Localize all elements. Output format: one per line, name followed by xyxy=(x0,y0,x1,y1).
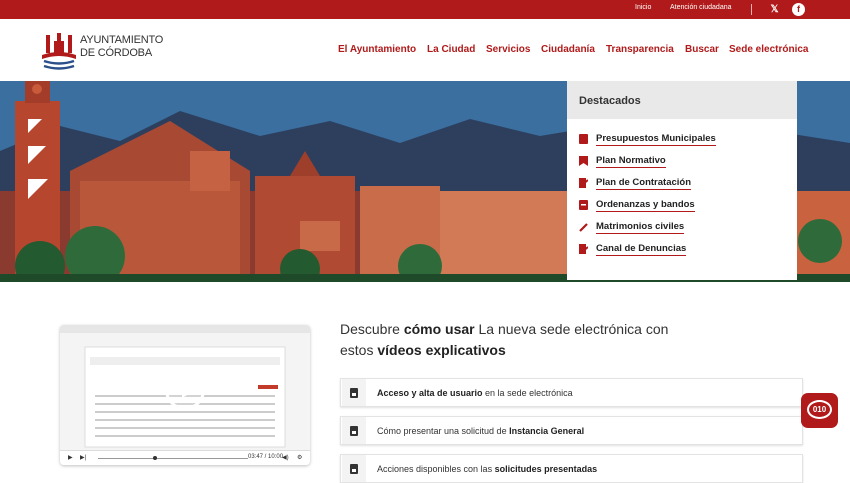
chat-bubble-icon: 010 xyxy=(807,400,832,419)
document-icon xyxy=(579,134,588,144)
intro-heading: Descubre cómo usar La nueva sede electró… xyxy=(340,319,700,361)
signature-icon xyxy=(579,178,588,188)
video-time: 03:47 / 10:00 xyxy=(248,454,284,460)
destacado-ordenanzas[interactable]: Ordenanzas y bandos xyxy=(579,197,695,213)
destacado-matrimonios[interactable]: Matrimonios civiles xyxy=(579,219,685,235)
top-bar: Inicio Atención ciudadana 𝕏 f xyxy=(0,0,850,19)
document-icon xyxy=(342,379,366,406)
nav-transparencia[interactable]: Transparencia xyxy=(606,44,674,55)
card-text: Acciones disponibles con las solicitudes… xyxy=(377,463,598,474)
archive-icon xyxy=(579,200,588,210)
video-card-acciones[interactable]: Acciones disponibles con las solicitudes… xyxy=(340,454,803,483)
destacado-label: Plan de Contratación xyxy=(596,176,692,190)
progress-bar[interactable] xyxy=(98,458,248,459)
nav-la-ciudad[interactable]: La Ciudad xyxy=(427,44,475,55)
chat-010-button[interactable]: 010 xyxy=(801,393,838,428)
atencion-ciudadana-link[interactable]: Atención ciudadana xyxy=(670,4,732,11)
destacado-presupuestos[interactable]: Presupuestos Municipales xyxy=(579,131,716,147)
nav-servicios[interactable]: Servicios xyxy=(486,44,530,55)
facebook-icon[interactable]: f xyxy=(792,3,805,16)
video-card-acceso[interactable]: Acceso y alta de usuario en la sede elec… xyxy=(340,378,803,407)
destacado-canal-denuncias[interactable]: Canal de Denuncias xyxy=(579,241,687,257)
destacado-plan-contratacion[interactable]: Plan de Contratación xyxy=(579,175,692,191)
intro-bold-1: cómo usar xyxy=(403,321,475,337)
volume-icon[interactable]: ◀) xyxy=(282,454,289,461)
destacado-plan-normativo[interactable]: Plan Normativo xyxy=(579,153,666,169)
logo-line-2: DE CÓRDOBA xyxy=(80,47,152,59)
cordoba-logo-icon[interactable] xyxy=(38,29,80,71)
inicio-link[interactable]: Inicio xyxy=(635,4,651,11)
bookmark-icon xyxy=(579,156,588,166)
card-text: Cómo presentar una solicitud de Instanci… xyxy=(377,425,585,436)
destacado-label: Presupuestos Municipales xyxy=(596,132,716,146)
document-icon xyxy=(342,417,366,444)
settings-icon[interactable]: ⚙ xyxy=(297,454,302,461)
destacado-label: Ordenanzas y bandos xyxy=(596,198,695,212)
video-card-instancia[interactable]: Cómo presentar una solicitud de Instanci… xyxy=(340,416,803,445)
destacados-panel: Destacados Presupuestos Municipales Plan… xyxy=(567,81,797,280)
nav-el-ayuntamiento[interactable]: El Ayuntamiento xyxy=(338,44,416,55)
video-controls: ▶ ▶| 03:47 / 10:00 ◀) ⚙ xyxy=(60,450,310,465)
logo-line-1: AYUNTAMIENTO xyxy=(80,34,164,46)
destacados-title: Destacados xyxy=(567,81,797,119)
destacado-label: Matrimonios civiles xyxy=(596,220,685,234)
divider xyxy=(751,4,752,15)
pen-icon xyxy=(579,223,588,232)
destacado-label: Plan Normativo xyxy=(596,154,666,168)
video-player[interactable]: ▶ ▶| 03:47 / 10:00 ◀) ⚙ xyxy=(60,325,310,465)
destacado-label: Canal de Denuncias xyxy=(596,242,687,256)
nav-sede-electronica[interactable]: Sede electrónica xyxy=(729,44,808,55)
play-button[interactable] xyxy=(165,370,205,410)
logo-text[interactable]: AYUNTAMIENTO DE CÓRDOBA xyxy=(80,34,163,60)
play-icon[interactable]: ▶ xyxy=(68,454,73,461)
x-icon[interactable]: 𝕏 xyxy=(768,3,781,16)
card-text: Acceso y alta de usuario en la sede elec… xyxy=(377,387,573,398)
intro-text-1: Descubre xyxy=(340,321,404,337)
intro-bold-2: vídeos explicativos xyxy=(377,342,506,358)
nav-ciudadania[interactable]: Ciudadanía xyxy=(541,44,595,55)
nav-buscar[interactable]: Buscar xyxy=(685,44,719,55)
progress-knob[interactable] xyxy=(153,456,157,460)
site-header: AYUNTAMIENTO DE CÓRDOBA El Ayuntamiento … xyxy=(0,19,850,81)
next-icon[interactable]: ▶| xyxy=(80,454,86,461)
edit-icon xyxy=(579,244,588,254)
